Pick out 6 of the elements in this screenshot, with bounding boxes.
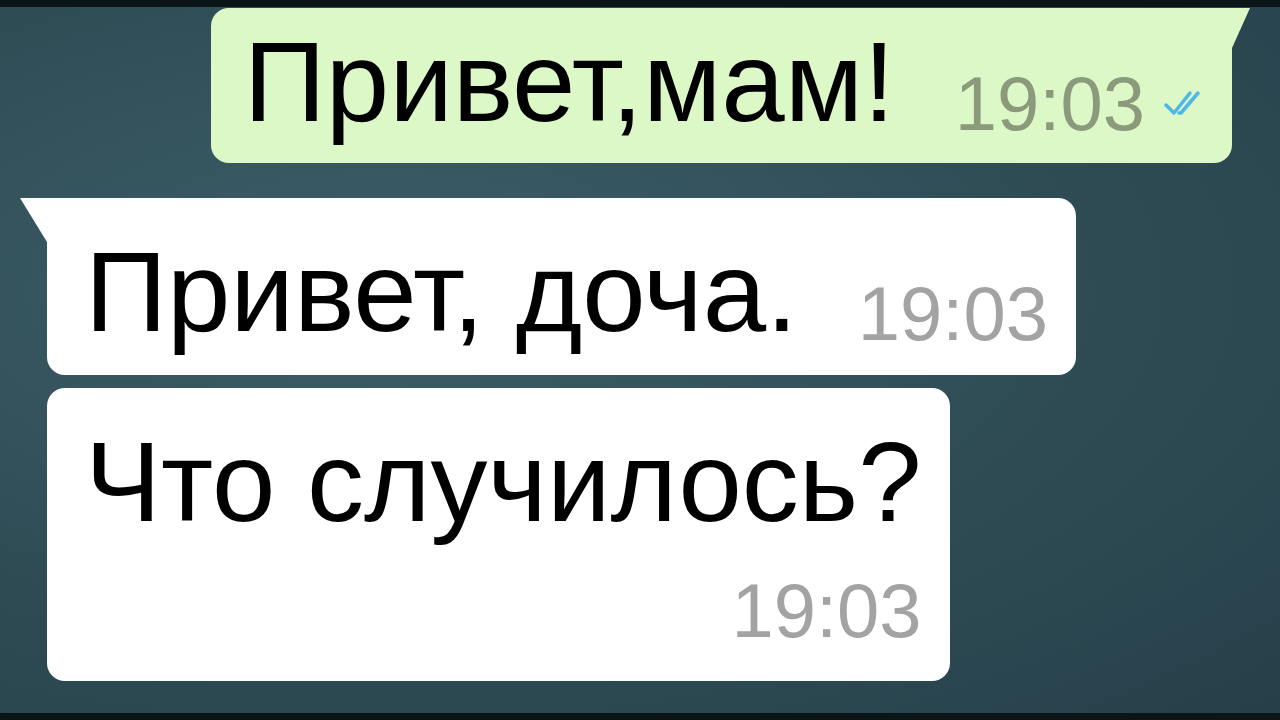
message-text: Привет, доча. xyxy=(85,227,798,358)
message-text: Привет,мам! xyxy=(243,17,895,147)
message-text: Что случилось? xyxy=(85,417,922,548)
message-time: 19:03 xyxy=(857,269,1048,358)
message-time: 19:03 xyxy=(954,59,1145,148)
message-time: 19:03 xyxy=(731,567,922,655)
